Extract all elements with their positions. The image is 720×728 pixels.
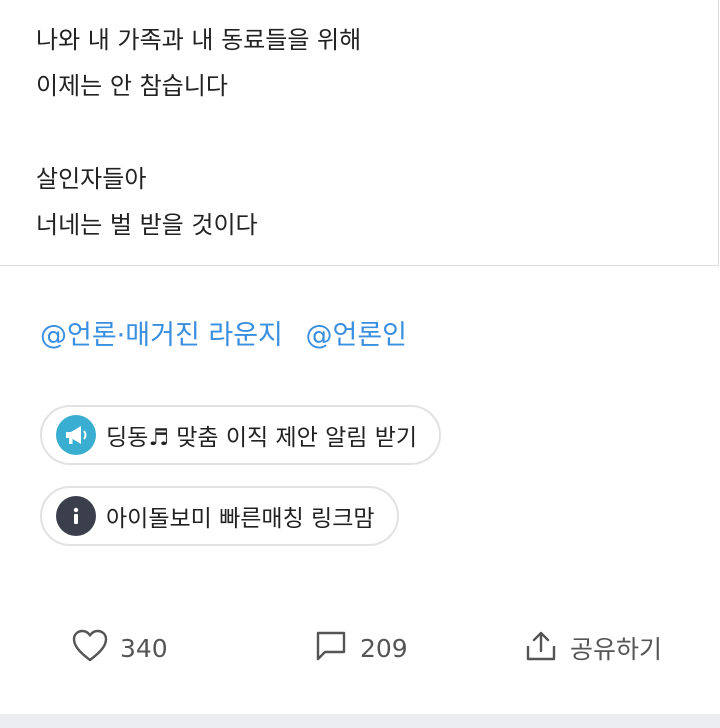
section-divider bbox=[0, 714, 720, 728]
tag-link-lounge[interactable]: @언론·매거진 라운지 bbox=[40, 320, 283, 351]
comment-icon bbox=[314, 629, 348, 667]
post-text-line: 너네는 벌 받을 것이다 bbox=[36, 211, 258, 239]
heart-icon bbox=[72, 629, 108, 667]
like-count: 340 bbox=[120, 633, 168, 663]
babysitter-promo-label: 아이돌보미 빠른매칭 링크맘 bbox=[106, 506, 375, 532]
comment-button[interactable]: 209 bbox=[314, 620, 408, 676]
tag-link-journalist[interactable]: @언론인 bbox=[305, 320, 407, 351]
tag-list: @언론·매거진 라운지 @언론인 bbox=[40, 318, 421, 354]
like-button[interactable]: 340 bbox=[72, 620, 168, 676]
babysitter-promo-button[interactable]: 아이돌보미 빠른매칭 링크맘 bbox=[40, 486, 399, 546]
megaphone-icon bbox=[56, 415, 96, 455]
post-text-line: 살인자들아 bbox=[36, 165, 147, 193]
post-body: 나와 내 가족과 내 동료들을 위해 이제는 안 참습니다 살인자들아 너네는 … bbox=[0, 0, 719, 266]
comment-count: 209 bbox=[360, 633, 408, 663]
job-alert-promo-label: 딩동♬ 맞춤 이직 제안 알림 받기 bbox=[106, 425, 418, 451]
post-action-bar: 340 209 공유하기 bbox=[0, 620, 720, 680]
post-text-line: 나와 내 가족과 내 동료들을 위해 bbox=[36, 26, 362, 54]
info-icon bbox=[56, 496, 96, 536]
share-icon bbox=[524, 629, 558, 667]
job-alert-promo-button[interactable]: 딩동♬ 맞춤 이직 제안 알림 받기 bbox=[40, 405, 442, 465]
share-label: 공유하기 bbox=[570, 635, 663, 664]
post-text-line: 이제는 안 참습니다 bbox=[36, 72, 228, 100]
share-button[interactable]: 공유하기 bbox=[524, 620, 662, 676]
